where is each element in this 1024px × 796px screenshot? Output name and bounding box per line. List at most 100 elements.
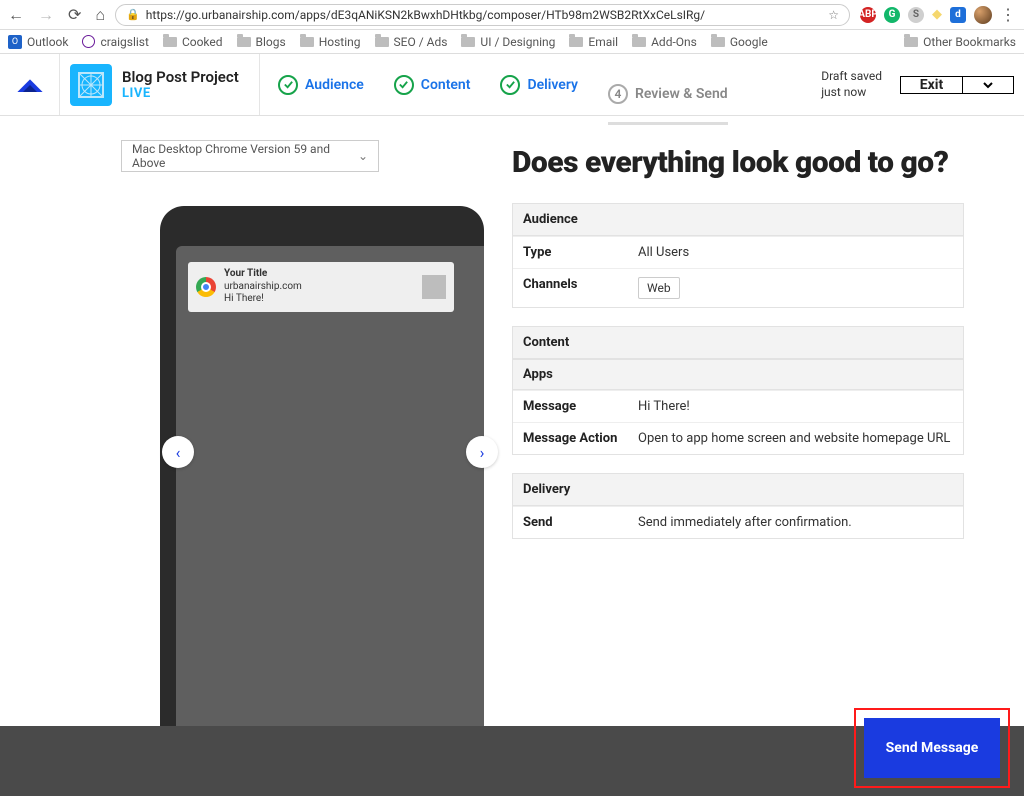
peace-icon bbox=[82, 35, 95, 48]
bookmark-label: Cooked bbox=[182, 35, 223, 49]
bookmark-cooked[interactable]: Cooked bbox=[163, 35, 223, 49]
folder-icon bbox=[632, 37, 646, 47]
nav-controls: ← → ⟳ ⌂ bbox=[8, 7, 105, 23]
panel-subheader: Apps bbox=[513, 359, 963, 390]
preview-column: Mac Desktop Chrome Version 59 and Above … bbox=[0, 116, 500, 796]
bookmark-label: Google bbox=[730, 35, 768, 49]
step-content[interactable]: Content bbox=[394, 75, 471, 95]
bookmark-label: Email bbox=[588, 35, 618, 49]
step-delivery[interactable]: Delivery bbox=[500, 75, 578, 95]
folder-icon bbox=[237, 37, 251, 47]
reload-icon[interactable]: ⟳ bbox=[68, 7, 81, 23]
bookmark-addons[interactable]: Add-Ons bbox=[632, 35, 697, 49]
folder-icon bbox=[300, 37, 314, 47]
logo-cell[interactable] bbox=[0, 54, 60, 115]
row-type: Type All Users bbox=[513, 236, 963, 268]
bookmarks-bar: OOutlook craigslist Cooked Blogs Hosting… bbox=[0, 30, 1024, 54]
star-icon[interactable]: ☆ bbox=[828, 8, 839, 22]
step-audience[interactable]: Audience bbox=[278, 75, 364, 95]
folder-icon bbox=[163, 37, 177, 47]
folder-icon bbox=[711, 37, 725, 47]
steps: Audience Content Delivery 4 Review & Sen… bbox=[260, 54, 803, 115]
project-cell[interactable]: Blog Post Project LIVE bbox=[60, 54, 260, 115]
menu-icon[interactable]: ⋮ bbox=[1000, 5, 1016, 24]
abp-icon[interactable]: ABP bbox=[860, 7, 876, 23]
bookmark-google[interactable]: Google bbox=[711, 35, 768, 49]
row-key: Channels bbox=[523, 277, 638, 299]
urbanairship-logo-icon bbox=[16, 76, 44, 94]
bookmark-outlook[interactable]: OOutlook bbox=[8, 35, 68, 49]
page-title: Does everything look good to go? bbox=[512, 146, 964, 181]
bookmark-label: SEO / Ads bbox=[394, 35, 448, 49]
row-key: Send bbox=[523, 515, 638, 530]
app-header: Blog Post Project LIVE Audience Content … bbox=[0, 54, 1024, 116]
bookmark-ui[interactable]: UI / Designing bbox=[461, 35, 555, 49]
diamond-icon[interactable]: ◆ bbox=[932, 7, 942, 22]
chevron-down-icon: ⌄ bbox=[358, 149, 368, 163]
row-key: Message Action bbox=[523, 431, 638, 446]
bookmark-hosting[interactable]: Hosting bbox=[300, 35, 361, 49]
exit-button[interactable]: Exit bbox=[901, 77, 963, 93]
exit-dropdown[interactable] bbox=[963, 77, 1013, 93]
row-message: Message Hi There! bbox=[513, 390, 963, 422]
grammarly-icon[interactable]: G bbox=[884, 7, 900, 23]
exit-group: Exit bbox=[900, 76, 1014, 94]
preview-selector[interactable]: Mac Desktop Chrome Version 59 and Above … bbox=[121, 140, 379, 172]
send-message-button[interactable]: Send Message bbox=[864, 718, 1000, 778]
url-text: https://go.urbanairship.com/apps/dE3qANi… bbox=[146, 8, 705, 22]
forward-icon[interactable]: → bbox=[38, 7, 54, 23]
bookmark-other[interactable]: Other Bookmarks bbox=[904, 35, 1016, 49]
back-icon[interactable]: ← bbox=[8, 7, 24, 23]
draft-status: Draft saved just now bbox=[803, 54, 900, 115]
project-title: Blog Post Project bbox=[122, 68, 239, 86]
chevron-right-icon: › bbox=[480, 443, 485, 462]
step-label: Delivery bbox=[527, 77, 578, 93]
preview-selector-label: Mac Desktop Chrome Version 59 and Above bbox=[132, 142, 358, 170]
send-highlight: Send Message bbox=[854, 708, 1010, 788]
home-icon[interactable]: ⌂ bbox=[95, 7, 105, 23]
panel-header: Delivery bbox=[513, 474, 963, 506]
row-value: Open to app home screen and website home… bbox=[638, 431, 953, 446]
project-text: Blog Post Project LIVE bbox=[122, 68, 239, 101]
preview-next[interactable]: › bbox=[466, 436, 498, 468]
row-value: Web bbox=[638, 277, 953, 299]
chevron-left-icon: ‹ bbox=[176, 443, 181, 462]
bookmark-craigslist[interactable]: craigslist bbox=[82, 35, 148, 49]
preview-prev[interactable]: ‹ bbox=[162, 436, 194, 468]
notif-image-placeholder bbox=[422, 275, 446, 299]
bookmark-label: Add-Ons bbox=[651, 35, 697, 49]
status-line: just now bbox=[821, 85, 882, 101]
device-frame: Your Title urbanairship.com Hi There! bbox=[160, 206, 484, 796]
lock-icon: 🔒 bbox=[126, 8, 140, 21]
bookmark-email[interactable]: Email bbox=[569, 35, 618, 49]
content-panel: Content Apps Message Hi There! Message A… bbox=[512, 326, 964, 455]
browser-bar: ← → ⟳ ⌂ 🔒 https://go.urbanairship.com/ap… bbox=[0, 0, 1024, 30]
url-bar[interactable]: 🔒 https://go.urbanairship.com/apps/dE3qA… bbox=[115, 4, 850, 26]
profile-avatar[interactable] bbox=[974, 6, 992, 24]
channel-chip: Web bbox=[638, 277, 680, 299]
check-icon bbox=[278, 75, 298, 95]
step-number-icon: 4 bbox=[608, 84, 628, 104]
device-screen: Your Title urbanairship.com Hi There! bbox=[176, 246, 484, 796]
main: Mac Desktop Chrome Version 59 and Above … bbox=[0, 116, 1024, 796]
bookmark-blogs[interactable]: Blogs bbox=[237, 35, 286, 49]
d-icon[interactable]: d bbox=[950, 7, 966, 23]
bookmark-label: Other Bookmarks bbox=[923, 35, 1016, 49]
project-status: LIVE bbox=[122, 86, 239, 101]
extension-icons: ABP G S ◆ d ⋮ bbox=[860, 5, 1016, 24]
notif-domain: urbanairship.com bbox=[224, 281, 302, 294]
bookmark-label: Hosting bbox=[319, 35, 361, 49]
bookmark-seo[interactable]: SEO / Ads bbox=[375, 35, 448, 49]
skype-icon[interactable]: S bbox=[908, 7, 924, 23]
notif-title: Your Title bbox=[224, 268, 302, 281]
exit-wrap: Exit bbox=[900, 54, 1024, 115]
panel-header: Audience bbox=[513, 204, 963, 236]
audience-panel: Audience Type All Users Channels Web bbox=[512, 203, 964, 308]
bookmark-label: UI / Designing bbox=[480, 35, 555, 49]
step-label: Review & Send bbox=[635, 86, 728, 102]
folder-icon bbox=[569, 37, 583, 47]
step-label: Audience bbox=[305, 77, 364, 93]
row-message-action: Message Action Open to app home screen a… bbox=[513, 422, 963, 454]
chrome-icon bbox=[196, 277, 216, 297]
notification-text: Your Title urbanairship.com Hi There! bbox=[224, 268, 302, 306]
